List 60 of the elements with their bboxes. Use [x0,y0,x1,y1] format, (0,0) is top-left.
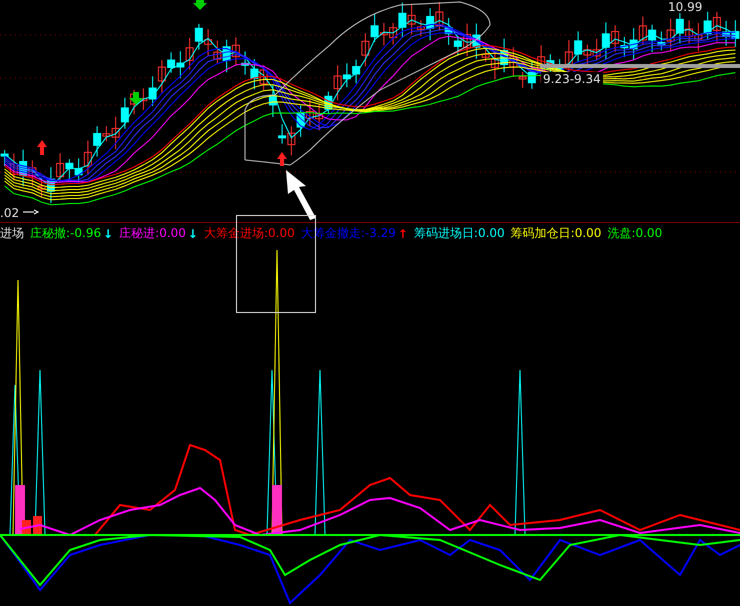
signal-bar [272,485,282,535]
candlestick [648,24,656,52]
arrow-marker: ↓ [103,226,114,240]
candlestick [315,104,324,131]
candlestick [176,50,184,79]
candlestick [296,104,305,138]
candlestick [435,2,444,32]
candlestick [120,97,129,130]
candlestick [28,160,36,186]
down-arrow-icon [193,0,207,10]
candlestick [444,17,453,46]
candlestick [712,12,721,42]
candlestick [213,40,222,64]
candlestick [56,152,64,182]
candlestick [130,89,138,115]
candlestick [74,158,83,184]
candlestick [685,20,694,44]
candlestick [722,20,730,46]
candlestick [611,24,620,52]
candlestick [250,58,258,90]
candlestick [352,59,360,84]
candlestick [676,12,684,44]
indicator-value: 洗盘:0.00 [607,225,662,242]
indicator-value: 进场 [0,225,24,242]
up-arrow-icon [37,140,47,155]
price-label: 9.23-9.34 [541,72,603,86]
indicator-value: 筹码进场日:0.00 [414,225,505,242]
candlestick [222,39,231,73]
candlestick [241,50,250,76]
candlestick [731,20,740,48]
price-label: .02 [0,206,20,220]
candlestick [260,64,268,91]
candlestick [194,23,203,50]
candlestick [139,88,148,110]
candlestick [370,13,379,42]
candlestick [268,84,277,118]
candlestick [380,22,388,46]
down-arrow-icon [129,92,143,105]
arrow-marker: ↓ [188,226,198,240]
indicator-value: 筹码加仓日:0.00 [510,225,602,242]
candlestick [65,158,74,181]
candlestick [186,37,194,70]
candlestick [19,149,28,187]
candlestick [694,22,702,52]
candlestick [204,28,212,56]
candlestick [84,140,92,176]
price-label: 10.99 [668,0,702,14]
indicator-value: 庄秘撤:-0.96 [30,225,102,242]
candlestick [148,76,157,106]
right-arrow-icon [22,210,40,214]
candlestick [704,11,712,40]
candlestick [500,38,508,73]
up-arrow-icon [277,152,287,166]
indicator-value: 庄秘进:0.00 [119,225,186,242]
candlestick [361,32,370,67]
candlestick [574,30,582,62]
candlestick [638,16,647,46]
arrow-marker: ↑ [398,226,408,240]
candlestick [306,99,314,126]
candlestick [232,36,240,65]
